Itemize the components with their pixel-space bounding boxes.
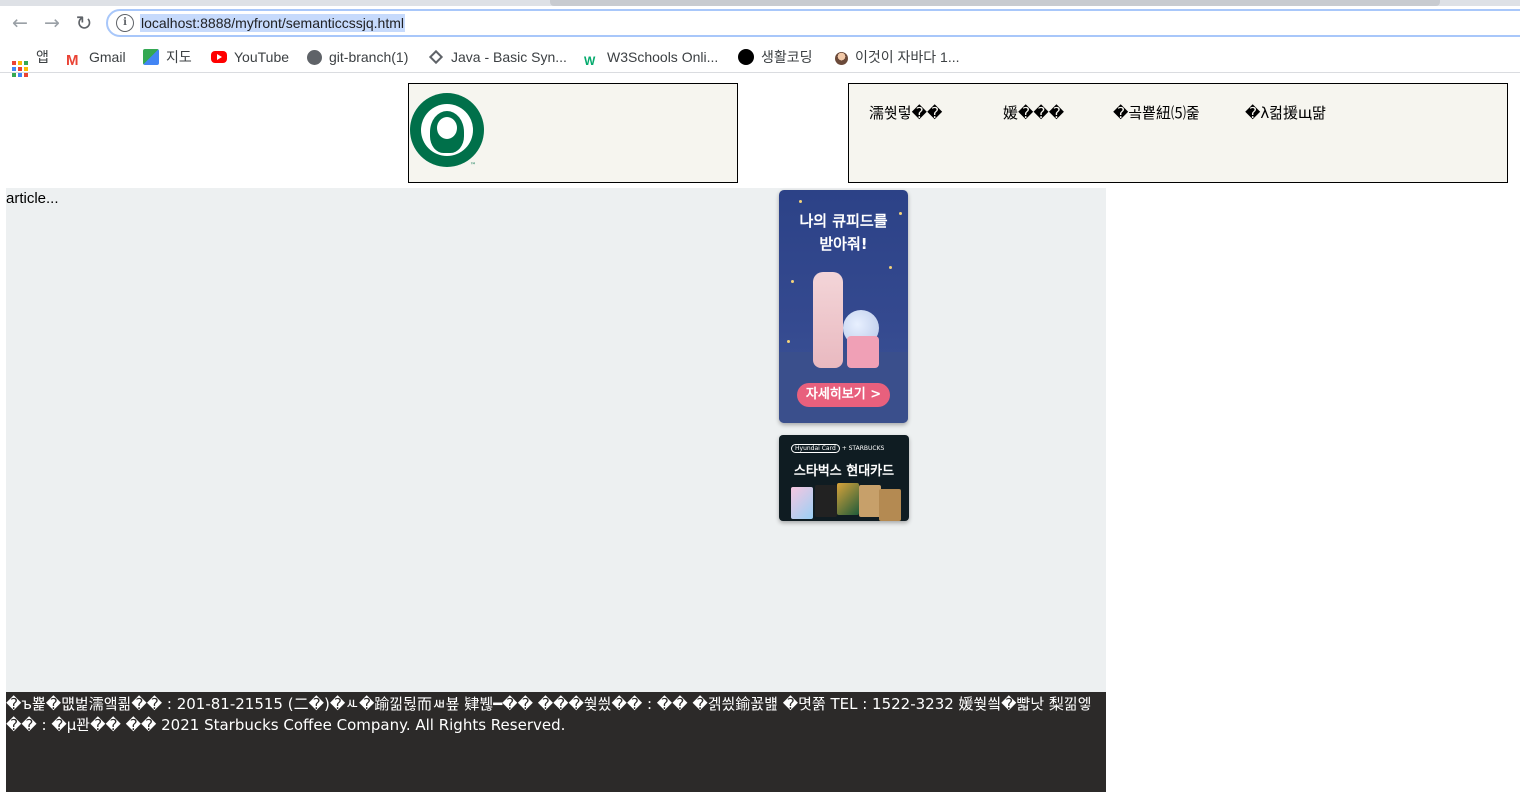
footer-text: �ъ뾽�먮벑濡앸쾲�� : 201-81-21515 (二�)�ㅻ�踰낆뒪而ㅽ뵾…	[6, 695, 1092, 734]
header-logo-area: ™	[408, 83, 738, 183]
youtube-icon	[211, 51, 227, 63]
bookmark-gmail[interactable]: M Gmail	[66, 47, 126, 69]
card-image	[791, 487, 813, 519]
w3schools-icon: W	[584, 54, 596, 68]
cupid-banner[interactable]: 나의 큐피드를 받아줘! 자세히보기 >	[779, 190, 908, 423]
card-image	[815, 485, 837, 517]
back-arrow-icon[interactable]: ←	[6, 9, 34, 37]
address-bar[interactable]: i localhost:8888/myfront/semanticcssjq.h…	[106, 9, 1520, 37]
browser-toolbar: ← → ↻ i localhost:8888/myfront/semanticc…	[0, 6, 1520, 42]
bookmark-youtube[interactable]: YouTube	[211, 47, 289, 67]
card-image	[837, 483, 859, 515]
bookmark-thisisjava[interactable]: 이것이 자바다 1...	[835, 47, 960, 67]
logo-trademark: ™	[470, 162, 476, 169]
gmail-icon: M	[66, 52, 79, 69]
banner-headline: 나의 큐피드를 받아줘!	[799, 212, 888, 253]
url-text[interactable]: localhost:8888/myfront/semanticcssjq.htm…	[140, 14, 405, 32]
starbucks-logo-icon[interactable]	[410, 93, 484, 167]
bookmark-git-branch[interactable]: git-branch(1)	[307, 47, 408, 67]
banner-brand: Hyundai Card + STARBUCKS	[791, 444, 884, 453]
page-content: ™ 濡쒓렇�� 媛��� �곸뿉紐⑸줉 �λ컮援щ땲 article... 나의…	[0, 72, 1520, 798]
bookmarks-bar: 앱 M Gmail 지도 YouTube git-branch(1) Java -…	[0, 42, 1520, 77]
bookmark-opentutorials[interactable]: 생활코딩	[738, 47, 813, 67]
tumbler-image	[813, 272, 843, 368]
black-circle-icon	[738, 49, 754, 65]
nav-item-1[interactable]: 濡쒓렇��	[869, 102, 942, 123]
bookmark-apps[interactable]: 앱	[12, 47, 49, 77]
card-image	[879, 489, 901, 521]
nav-item-3[interactable]: �곸뿉紐⑸줉	[1113, 102, 1200, 123]
forward-arrow-icon[interactable]: →	[38, 9, 66, 37]
info-icon[interactable]: i	[116, 14, 134, 32]
footer: �ъ뾽�먮벑濡앸쾲�� : 201-81-21515 (二�)�ㅻ�踰낆뒪而ㅽ뵾…	[6, 692, 1106, 792]
card-image	[859, 485, 881, 517]
diamond-icon	[428, 49, 444, 65]
article-section: article... 나의 큐피드를 받아줘! 자세히보기 > Hyundai …	[6, 188, 1106, 692]
bookmark-maps[interactable]: 지도	[143, 47, 192, 67]
hyundai-card-banner[interactable]: Hyundai Card + STARBUCKS 스타벅스 현대카드	[779, 435, 909, 521]
nav-item-2[interactable]: 媛���	[1003, 102, 1064, 123]
banner-title: 스타벅스 현대카드	[793, 464, 895, 479]
bookmark-java[interactable]: Java - Basic Syn...	[428, 47, 567, 67]
bookmark-w3schools[interactable]: W W3Schools Onli...	[584, 47, 718, 68]
nav-item-4[interactable]: �λ컮援щ땲	[1245, 102, 1326, 123]
header-nav: 濡쒓렇�� 媛��� �곸뿉紐⑸줉 �λ컮援щ땲	[848, 83, 1508, 183]
reload-icon[interactable]: ↻	[70, 9, 98, 37]
globe-icon	[307, 50, 322, 65]
avatar-icon	[835, 52, 848, 65]
article-text: article...	[6, 190, 59, 207]
view-details-button[interactable]: 자세히보기 >	[797, 383, 890, 407]
maps-icon	[143, 49, 159, 65]
mug-image	[847, 336, 879, 368]
